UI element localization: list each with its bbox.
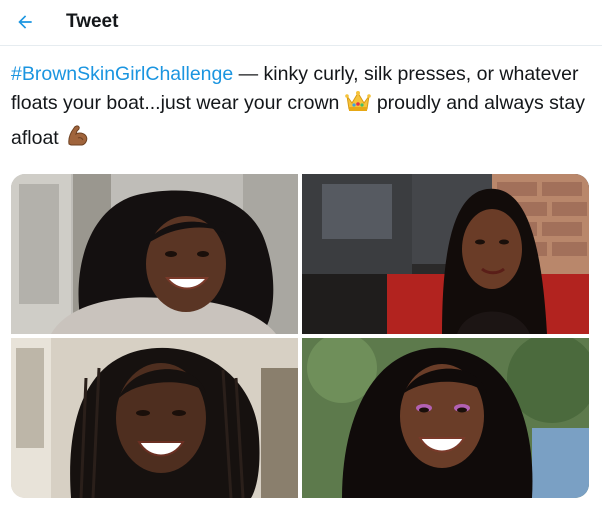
- arrow-left-icon: [18, 15, 32, 29]
- photo-2[interactable]: [302, 174, 589, 334]
- photo-smiling-woman-natural-curly-hair-icon: [11, 174, 298, 334]
- photo-1[interactable]: [11, 174, 298, 334]
- photo-smiling-woman-long-wavy-hair-outdoors-icon: [302, 338, 589, 498]
- page-title: Tweet: [66, 11, 119, 32]
- hashtag-link[interactable]: #BrownSkinGirlChallenge: [11, 63, 233, 85]
- crown-emoji-icon: [345, 89, 372, 122]
- photo-3[interactable]: [11, 338, 298, 498]
- photo-4[interactable]: [302, 338, 589, 498]
- flexed-biceps-icon: [65, 122, 91, 157]
- tweet-text: #BrownSkinGirlChallenge — kinky curly, s…: [11, 60, 591, 157]
- back-button[interactable]: [10, 7, 40, 37]
- tweet-header: Tweet: [0, 0, 602, 46]
- photo-woman-long-straight-hair-red-booth-icon: [302, 174, 589, 334]
- photo-smiling-woman-braided-locs-icon: [11, 338, 298, 498]
- media-grid: [11, 174, 589, 498]
